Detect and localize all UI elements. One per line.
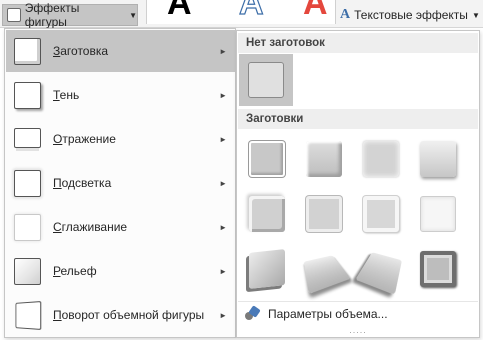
menu-item-label: Заготовка	[53, 44, 109, 58]
menu-item-label: Поворот объемной фигуры	[53, 308, 205, 322]
preset-12[interactable]	[412, 244, 464, 294]
preset-11[interactable]	[355, 244, 407, 296]
presets-header: Заготовки	[238, 109, 478, 129]
soft-edges-icon	[14, 214, 41, 241]
chevron-right-icon: ►	[219, 134, 227, 144]
menu-item-3d-rotation[interactable]: Поворот объемной фигуры ►	[6, 294, 235, 336]
text-effects-button[interactable]: A Текстовые эффекты ▼	[340, 6, 480, 24]
preset-3[interactable]	[355, 134, 407, 184]
wordart-styles-gallery[interactable]: A A A ▼	[146, 0, 336, 24]
menu-item-bevel[interactable]: Рельеф ►	[6, 250, 235, 292]
text-effects-icon: A	[340, 7, 351, 22]
chevron-right-icon: ►	[219, 266, 227, 276]
preset-6[interactable]	[298, 189, 350, 239]
menu-item-soft-edges[interactable]: Сглаживание ►	[6, 206, 235, 248]
bevel-icon	[14, 258, 41, 285]
preset-shape	[306, 196, 342, 232]
preset-4[interactable]	[412, 134, 464, 184]
menu-item-label: Сглаживание	[53, 220, 128, 234]
chevron-right-icon: ►	[219, 46, 227, 56]
wordart-style-outline[interactable]: A	[238, 0, 264, 23]
chevron-right-icon: ►	[219, 178, 227, 188]
menu-item-label: Отражение	[53, 132, 116, 146]
wordart-style-black[interactable]: A	[167, 0, 192, 23]
glow-icon	[14, 170, 41, 197]
menu-item-label: Рельеф	[53, 264, 97, 278]
shadow-icon	[14, 82, 41, 109]
no-preset-shape	[248, 62, 284, 98]
chevron-right-icon: ►	[219, 222, 227, 232]
menu-item-reflection[interactable]: Отражение ►	[6, 118, 235, 160]
menu-item-label: Подсветка	[53, 176, 112, 190]
no-preset-header: Нет заготовок	[238, 33, 478, 53]
reflection-icon	[14, 128, 41, 148]
3d-options-label: Параметры объема...	[268, 306, 388, 321]
chevron-down-icon: ▼	[471, 10, 480, 20]
menu-item-preset[interactable]: Заготовка ►	[6, 30, 235, 72]
wordart-style-red[interactable]: A	[303, 0, 328, 23]
preset-8[interactable]	[412, 189, 464, 239]
preset-shape	[363, 196, 399, 232]
preset-gallery-flyout: Нет заготовок Заготовки Параметры объема…	[236, 30, 480, 338]
ribbon: Эффекты фигуры ▼ A A A ▼ A Текстовые эфф…	[0, 0, 483, 29]
preset-shape	[355, 252, 402, 296]
3d-rotation-icon	[15, 300, 42, 331]
preset-shape	[420, 196, 456, 232]
chevron-down-icon: ▼	[129, 10, 137, 20]
preset-1[interactable]	[241, 134, 293, 184]
preset-shape	[420, 141, 456, 177]
preset-shape	[249, 249, 285, 289]
preset-shape	[363, 141, 399, 177]
preset-10[interactable]	[298, 244, 351, 295]
chevron-right-icon: ►	[219, 310, 227, 320]
preset-5[interactable]	[241, 189, 293, 239]
preset-shape	[306, 141, 342, 177]
preset-shape	[420, 251, 456, 287]
resize-grip[interactable]: .....	[237, 325, 479, 337]
shape-effects-label: Эффекты фигуры	[24, 1, 80, 29]
preset-7[interactable]	[355, 189, 407, 239]
preset-shape	[249, 141, 285, 177]
shape-effects-icon	[7, 8, 21, 22]
menu-item-label: Тень	[53, 88, 80, 102]
text-effects-label: Текстовые эффекты	[354, 8, 468, 22]
shape-effects-menu: Заготовка ► Тень ► Отражение ► Подсветка…	[4, 28, 236, 338]
menu-item-glow[interactable]: Подсветка ►	[6, 162, 235, 204]
3d-options-link[interactable]: Параметры объема...	[238, 301, 478, 325]
no-preset-option[interactable]	[239, 54, 293, 106]
preset-9[interactable]	[241, 244, 293, 294]
preset-icon	[14, 38, 41, 65]
preset-shape	[249, 196, 285, 232]
preset-shape	[303, 255, 351, 295]
preset-2[interactable]	[298, 134, 350, 184]
shape-effects-button[interactable]: Эффекты фигуры ▼	[2, 1, 138, 29]
3d-options-icon	[244, 304, 261, 322]
chevron-right-icon: ►	[219, 90, 227, 100]
menu-item-shadow[interactable]: Тень ►	[6, 74, 235, 116]
